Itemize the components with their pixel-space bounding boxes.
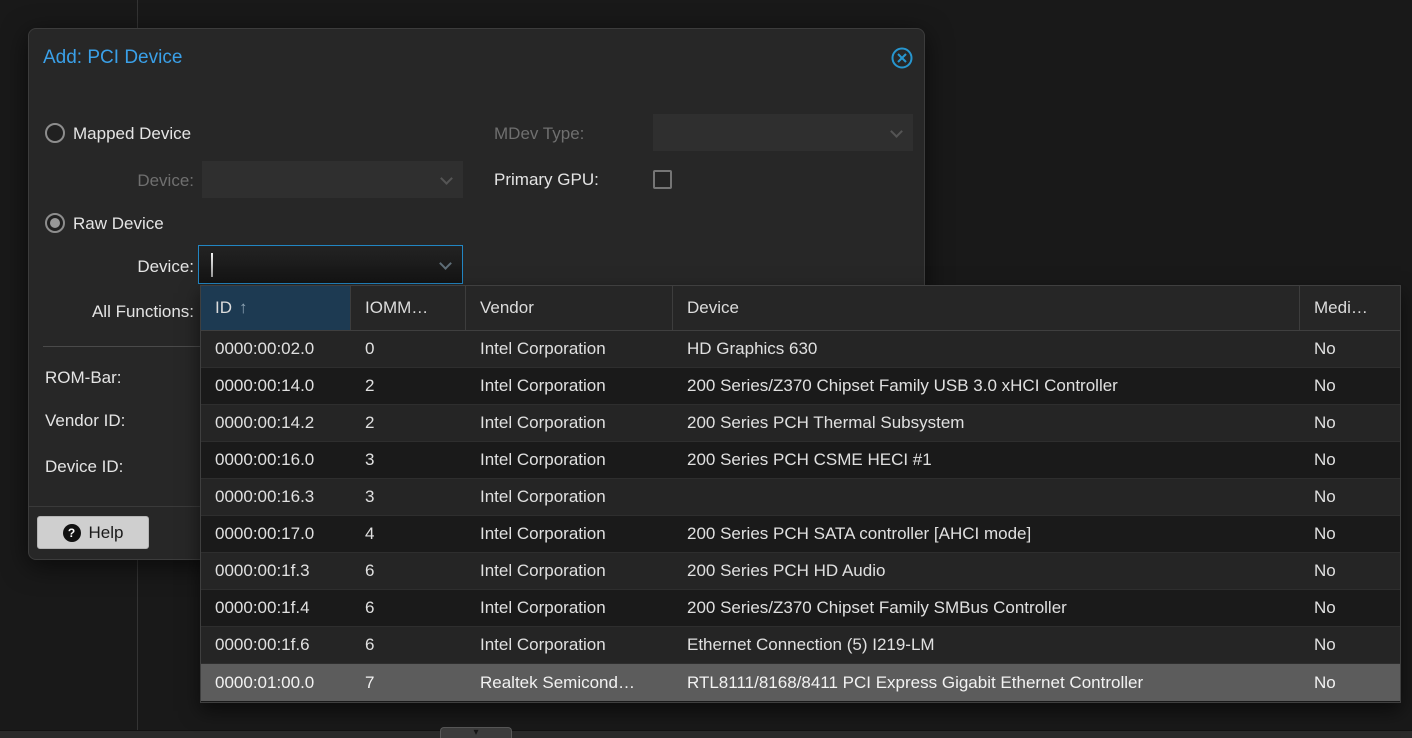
mdev-type-combobox	[653, 114, 913, 151]
dialog-title: Add: PCI Device	[43, 47, 182, 69]
cell-id: 0000:00:16.0	[201, 442, 351, 478]
cell-vendor: Intel Corporation	[466, 331, 673, 367]
cell-device: 200 Series PCH Thermal Subsystem	[673, 405, 1300, 441]
cell-mediated: No	[1300, 516, 1400, 552]
table-header-row: ID ↑ IOMM… Vendor Device Medi…	[201, 286, 1400, 331]
cell-iommu: 6	[351, 553, 466, 589]
rom-bar-label: ROM-Bar:	[45, 368, 122, 388]
table-row[interactable]: 0000:00:02.00Intel CorporationHD Graphic…	[201, 331, 1400, 368]
cell-mediated: No	[1300, 590, 1400, 626]
cell-device: 200 Series/Z370 Chipset Family USB 3.0 x…	[673, 368, 1300, 404]
cell-id: 0000:00:14.2	[201, 405, 351, 441]
screen: ▾ Add: PCI Device Mapped Device Device: …	[0, 0, 1412, 738]
table-row[interactable]: 0000:00:1f.36Intel Corporation200 Series…	[201, 553, 1400, 590]
cell-vendor: Intel Corporation	[466, 405, 673, 441]
chevron-down-icon	[440, 172, 453, 185]
cell-id: 0000:00:16.3	[201, 479, 351, 515]
cell-mediated: No	[1300, 479, 1400, 515]
column-header-id[interactable]: ID ↑	[201, 286, 351, 330]
cell-id: 0000:01:00.0	[201, 664, 351, 701]
mapped-device-field-label: Device:	[29, 171, 194, 191]
help-icon: ?	[63, 524, 81, 542]
table-row[interactable]: 0000:00:14.02Intel Corporation200 Series…	[201, 368, 1400, 405]
table-row[interactable]: 0000:00:14.22Intel Corporation200 Series…	[201, 405, 1400, 442]
cell-device	[673, 479, 1300, 515]
table-row[interactable]: 0000:00:1f.46Intel Corporation200 Series…	[201, 590, 1400, 627]
cell-mediated: No	[1300, 627, 1400, 663]
chevron-down-icon	[890, 125, 903, 138]
raw-device-radio[interactable]	[45, 213, 65, 233]
all-functions-label: All Functions:	[29, 302, 194, 322]
cell-id: 0000:00:1f.3	[201, 553, 351, 589]
table-row[interactable]: 0000:01:00.07Realtek Semicond…RTL8111/81…	[201, 664, 1400, 701]
cell-vendor: Intel Corporation	[466, 368, 673, 404]
device-id-label: Device ID:	[45, 457, 123, 477]
close-icon[interactable]	[891, 47, 913, 69]
cell-iommu: 2	[351, 368, 466, 404]
help-button[interactable]: ? Help	[37, 516, 149, 549]
raw-device-field-label: Device:	[29, 257, 194, 277]
raw-device-radio-label: Raw Device	[73, 214, 164, 234]
panel-collapse-handle[interactable]: ▾	[440, 727, 512, 738]
text-cursor	[211, 253, 213, 277]
raw-device-combobox[interactable]	[198, 245, 463, 284]
table-row[interactable]: 0000:00:16.03Intel Corporation200 Series…	[201, 442, 1400, 479]
vendor-id-label: Vendor ID:	[45, 411, 125, 431]
cell-iommu: 7	[351, 664, 466, 701]
cell-device: RTL8111/8168/8411 PCI Express Gigabit Et…	[673, 664, 1300, 701]
primary-gpu-checkbox[interactable]	[653, 170, 672, 189]
cell-iommu: 0	[351, 331, 466, 367]
cell-vendor: Intel Corporation	[466, 553, 673, 589]
cell-vendor: Realtek Semicond…	[466, 664, 673, 701]
cell-id: 0000:00:14.0	[201, 368, 351, 404]
background-bottom-panel	[0, 730, 1412, 738]
cell-device: 200 Series/Z370 Chipset Family SMBus Con…	[673, 590, 1300, 626]
table-body: 0000:00:02.00Intel CorporationHD Graphic…	[201, 331, 1400, 701]
cell-iommu: 3	[351, 479, 466, 515]
cell-mediated: No	[1300, 405, 1400, 441]
cell-device: Ethernet Connection (5) I219-LM	[673, 627, 1300, 663]
table-row[interactable]: 0000:00:16.33Intel Corporation No	[201, 479, 1400, 516]
cell-id: 0000:00:1f.6	[201, 627, 351, 663]
cell-iommu: 4	[351, 516, 466, 552]
cell-device: 200 Series PCH HD Audio	[673, 553, 1300, 589]
mapped-device-radio-label: Mapped Device	[73, 124, 191, 144]
cell-iommu: 6	[351, 590, 466, 626]
cell-vendor: Intel Corporation	[466, 590, 673, 626]
cell-mediated: No	[1300, 553, 1400, 589]
cell-vendor: Intel Corporation	[466, 442, 673, 478]
cell-mediated: No	[1300, 331, 1400, 367]
mdev-type-label: MDev Type:	[494, 124, 584, 144]
primary-gpu-label: Primary GPU:	[494, 170, 599, 190]
column-header-mediated[interactable]: Medi…	[1300, 286, 1400, 330]
table-row[interactable]: 0000:00:17.04Intel Corporation200 Series…	[201, 516, 1400, 553]
table-row[interactable]: 0000:00:1f.66Intel CorporationEthernet C…	[201, 627, 1400, 664]
cell-iommu: 2	[351, 405, 466, 441]
cell-id: 0000:00:02.0	[201, 331, 351, 367]
cell-vendor: Intel Corporation	[466, 516, 673, 552]
cell-device: 200 Series PCH CSME HECI #1	[673, 442, 1300, 478]
chevron-down-icon[interactable]	[439, 257, 452, 270]
cell-mediated: No	[1300, 664, 1400, 701]
cell-iommu: 6	[351, 627, 466, 663]
mapped-device-combobox	[202, 161, 463, 198]
cell-device: 200 Series PCH SATA controller [AHCI mod…	[673, 516, 1300, 552]
column-header-iommu[interactable]: IOMM…	[351, 286, 466, 330]
column-header-vendor[interactable]: Vendor	[466, 286, 673, 330]
cell-iommu: 3	[351, 442, 466, 478]
cell-id: 0000:00:17.0	[201, 516, 351, 552]
cell-mediated: No	[1300, 368, 1400, 404]
cell-vendor: Intel Corporation	[466, 479, 673, 515]
help-button-label: Help	[89, 523, 124, 543]
device-dropdown-table: ID ↑ IOMM… Vendor Device Medi… 0000:00:0…	[200, 285, 1401, 703]
cell-device: HD Graphics 630	[673, 331, 1300, 367]
sort-asc-icon: ↑	[239, 298, 248, 318]
mapped-device-radio[interactable]	[45, 123, 65, 143]
cell-id: 0000:00:1f.4	[201, 590, 351, 626]
cell-mediated: No	[1300, 442, 1400, 478]
cell-vendor: Intel Corporation	[466, 627, 673, 663]
column-header-device[interactable]: Device	[673, 286, 1300, 330]
